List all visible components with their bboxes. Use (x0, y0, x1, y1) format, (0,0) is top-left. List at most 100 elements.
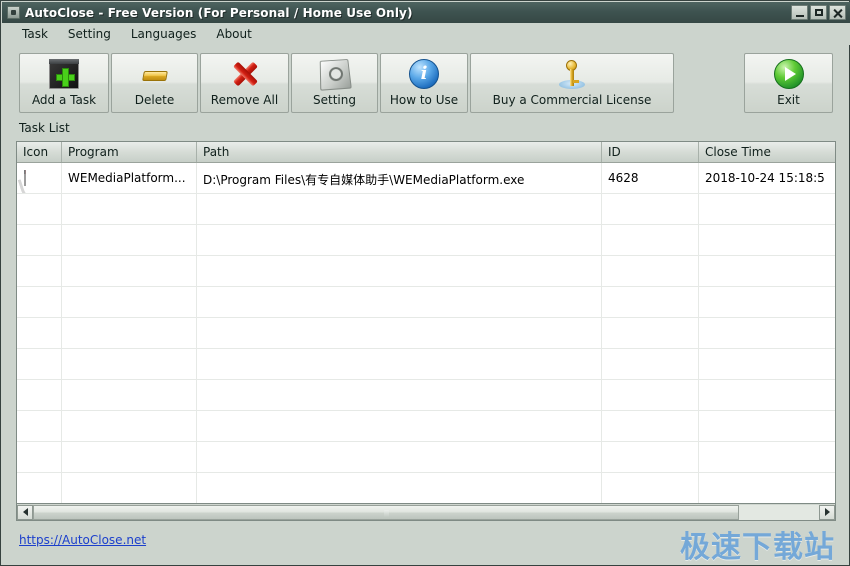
table-row-empty[interactable] (17, 349, 835, 380)
table-row-empty[interactable] (17, 411, 835, 442)
menu-item-setting[interactable]: Setting (58, 25, 121, 43)
table-row-empty[interactable] (17, 442, 835, 473)
close-button[interactable] (829, 5, 846, 20)
row-id-cell: 4628 (602, 163, 699, 193)
window-controls (791, 5, 846, 20)
delete-button[interactable]: Delete (111, 53, 198, 113)
empty-cell (17, 194, 62, 224)
buy-license-button[interactable]: Buy a Commercial License (470, 53, 674, 113)
scrollbar-grip-icon (384, 509, 389, 517)
row-path-cell: D:\Program Files\有专自媒体助手\WEMediaPlatform… (197, 163, 602, 193)
task-list-caption: Task List (19, 121, 70, 135)
row-program-cell: WEMediaPlatform... (62, 163, 197, 193)
menu-bar: Task Setting Languages About (2, 23, 850, 45)
table-row-empty[interactable] (17, 473, 835, 503)
column-header-program[interactable]: Program (62, 142, 197, 162)
empty-cell (62, 442, 197, 472)
remove-all-button[interactable]: Remove All (200, 53, 289, 113)
add-task-label: Add a Task (31, 93, 97, 107)
column-header-close-time[interactable]: Close Time (699, 142, 834, 162)
how-to-use-button[interactable]: i How to Use (380, 53, 468, 113)
table-row-empty[interactable] (17, 287, 835, 318)
empty-cell (197, 442, 602, 472)
empty-cell (699, 411, 834, 441)
empty-cell (197, 349, 602, 379)
empty-cell (17, 473, 62, 503)
empty-cell (699, 349, 834, 379)
toolbar: Add a Task Delete Remove All Setting i H… (2, 47, 850, 119)
empty-cell (197, 411, 602, 441)
column-header-icon[interactable]: Icon (17, 142, 62, 162)
program-thumbnail-icon (24, 170, 26, 186)
table-row-empty[interactable] (17, 318, 835, 349)
empty-cell (17, 442, 62, 472)
column-header-id[interactable]: ID (602, 142, 699, 162)
empty-cell (62, 194, 197, 224)
empty-cell (17, 380, 62, 410)
empty-cell (197, 194, 602, 224)
menu-item-task[interactable]: Task (12, 25, 58, 43)
column-header-path[interactable]: Path (197, 142, 602, 162)
minimize-button[interactable] (791, 5, 808, 20)
empty-cell (602, 287, 699, 317)
empty-cell (197, 287, 602, 317)
delete-icon (140, 59, 170, 89)
empty-cell (62, 380, 197, 410)
menu-item-languages[interactable]: Languages (121, 25, 206, 43)
empty-cell (62, 349, 197, 379)
task-list-grid[interactable]: Icon Program Path ID Close Time WEMediaP… (16, 141, 836, 504)
table-row[interactable]: WEMediaPlatform... D:\Program Files\有专自媒… (17, 163, 835, 194)
table-header-row: Icon Program Path ID Close Time (17, 142, 835, 163)
scroll-left-arrow[interactable] (17, 504, 33, 520)
empty-cell (699, 318, 834, 348)
empty-cell (602, 225, 699, 255)
key-icon (557, 59, 587, 89)
setting-icon (319, 58, 352, 91)
empty-cell (17, 287, 62, 317)
scrollbar-thumb[interactable] (33, 504, 739, 520)
scroll-right-arrow[interactable] (819, 504, 835, 520)
empty-cell (699, 442, 834, 472)
table-row-empty[interactable] (17, 225, 835, 256)
row-close-time-cell: 2018-10-24 15:18:5 (705, 171, 825, 185)
empty-cell (602, 380, 699, 410)
add-task-icon (49, 59, 79, 89)
remove-all-icon (230, 59, 260, 89)
exit-button[interactable]: Exit (744, 53, 833, 113)
setting-label: Setting (313, 93, 356, 107)
setting-button[interactable]: Setting (291, 53, 378, 113)
table-row-empty[interactable] (17, 256, 835, 287)
empty-cell (602, 411, 699, 441)
empty-cell (17, 256, 62, 286)
table-row-empty[interactable] (17, 380, 835, 411)
add-task-button[interactable]: Add a Task (19, 53, 109, 113)
horizontal-scrollbar[interactable] (16, 504, 836, 521)
window-title: AutoClose - Free Version (For Personal /… (25, 5, 413, 20)
empty-cell (699, 287, 834, 317)
remove-all-label: Remove All (210, 93, 279, 107)
empty-cell (602, 318, 699, 348)
maximize-button[interactable] (810, 5, 827, 20)
buy-license-label: Buy a Commercial License (492, 93, 652, 107)
empty-cell (62, 411, 197, 441)
title-bar: AutoClose - Free Version (For Personal /… (2, 2, 850, 23)
watermark-text: 极速下载站 (680, 530, 835, 565)
empty-cell (17, 349, 62, 379)
empty-cell (602, 194, 699, 224)
scrollbar-track[interactable] (33, 504, 819, 520)
delete-label: Delete (134, 93, 175, 107)
empty-cell (602, 256, 699, 286)
empty-cell (602, 349, 699, 379)
empty-cell (197, 473, 602, 503)
website-link[interactable]: https://AutoClose.net (19, 533, 146, 547)
empty-cell (197, 318, 602, 348)
empty-cell (17, 318, 62, 348)
empty-cell (17, 225, 62, 255)
info-icon: i (409, 59, 439, 89)
empty-cell (62, 318, 197, 348)
row-icon-cell (17, 163, 62, 193)
exit-icon (773, 59, 804, 89)
menu-item-about[interactable]: About (206, 25, 261, 43)
empty-cell (699, 473, 834, 503)
table-row-empty[interactable] (17, 194, 835, 225)
